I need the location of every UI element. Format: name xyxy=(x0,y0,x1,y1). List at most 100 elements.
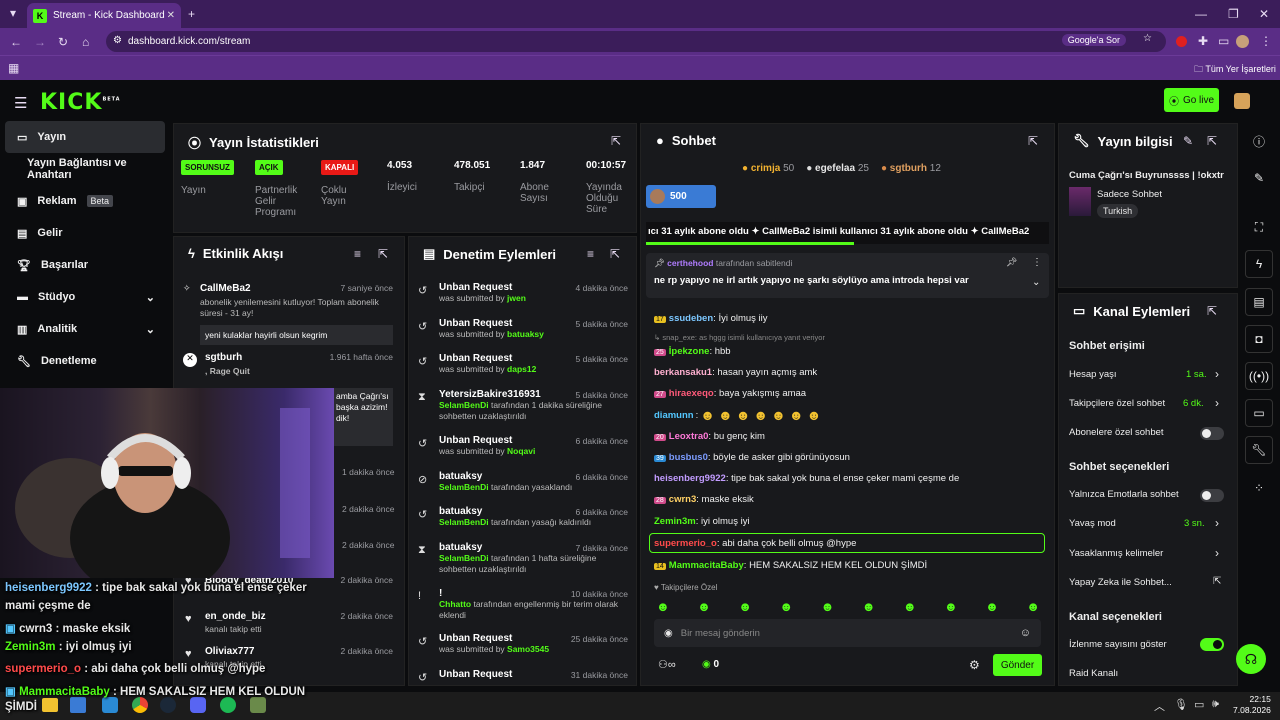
chat-user[interactable]: berkansaku1 xyxy=(654,367,712,378)
sidebar-item-analitik[interactable]: ▥ Analitik ⌄ xyxy=(5,313,165,345)
raid-label[interactable]: Raid Kanalı xyxy=(1069,668,1118,679)
go-live-button[interactable]: ⦿ Go live xyxy=(1164,88,1219,112)
chat-user[interactable]: heisenberg9922 xyxy=(654,473,726,484)
moderation-user[interactable]: SelamBenDi xyxy=(439,517,489,527)
chevron-down-icon[interactable]: ⌄ xyxy=(1032,277,1040,288)
sidebar-item-yayin[interactable]: ▭ Yayın xyxy=(5,121,165,153)
close-window-icon[interactable]: ✕ xyxy=(1259,7,1269,21)
popout-icon[interactable]: ⇱ xyxy=(378,247,388,261)
unpin-icon[interactable]: 📌︎ xyxy=(1006,257,1017,268)
google-ask-button[interactable]: Google'a Sor xyxy=(1061,34,1126,46)
chat-input[interactable]: ◉ Bir mesaj gönderin ☺ xyxy=(654,619,1041,647)
popout-icon[interactable]: ⇱ xyxy=(610,247,620,261)
sidebar-item-reklam[interactable]: ▣ Reklam Beta xyxy=(5,185,165,217)
edit-icon[interactable]: ✎ xyxy=(1183,134,1193,148)
chevron-right-icon[interactable]: › xyxy=(1215,516,1219,530)
moderation-user[interactable]: Chhatto xyxy=(439,599,471,609)
ai-chat-label[interactable]: Yapay Zeka ile Sohbet... xyxy=(1069,577,1172,588)
chat-user[interactable]: ssudeben xyxy=(669,313,713,324)
channel-actions-icon[interactable]: ▭ xyxy=(1245,399,1273,427)
emoji-icon[interactable]: ☺ xyxy=(1020,627,1031,639)
record-icon[interactable]: ◉ xyxy=(664,628,673,639)
chat-user[interactable]: Zemin3m xyxy=(654,516,696,527)
document-icon[interactable]: ▤ xyxy=(1245,288,1273,316)
all-bookmarks[interactable]: 🗀 Tüm Yer İşaretleri xyxy=(1194,62,1276,78)
chat-user[interactable]: busbus0 xyxy=(669,452,708,463)
broadcast-icon[interactable]: ((•)) xyxy=(1245,362,1273,390)
emote-icon[interactable]: ☻ xyxy=(903,599,917,614)
home-icon[interactable]: ⌂ xyxy=(82,35,89,49)
network-icon[interactable]: ▭ xyxy=(1194,698,1204,711)
category-name[interactable]: Sadece Sohbet xyxy=(1097,189,1162,200)
discord-icon[interactable] xyxy=(190,697,206,713)
banned-words-label[interactable]: Yasaklanmış kelimeler xyxy=(1069,548,1163,559)
popout-icon[interactable]: ⇱ xyxy=(1207,134,1217,148)
maximize-icon[interactable]: ❐ xyxy=(1228,7,1239,21)
wrench-icon[interactable]: 🔧︎ xyxy=(1245,436,1273,464)
chat-user[interactable]: İpekzone xyxy=(669,346,710,357)
emote-icon[interactable]: ☻ xyxy=(779,599,793,614)
moderation-user[interactable]: SelamBenDi xyxy=(439,482,489,492)
chat-user[interactable]: supermerio_o xyxy=(654,538,717,549)
emote-icon[interactable]: ☻ xyxy=(1026,599,1040,614)
followers-chat-value[interactable]: 6 dk. xyxy=(1183,398,1204,409)
chat-user[interactable]: hiraexeqo xyxy=(669,388,714,399)
minimize-icon[interactable]: — xyxy=(1195,7,1207,21)
leader-item[interactable]: ● crimja 50 xyxy=(742,163,794,174)
apps-grid-icon[interactable]: ▦ xyxy=(8,61,19,75)
chevron-right-icon[interactable]: › xyxy=(1215,546,1219,560)
kick-logo[interactable]: KICKBETA xyxy=(40,90,121,115)
external-link-icon[interactable]: ⇱ xyxy=(1213,576,1221,587)
chat-icon[interactable]: ◘ xyxy=(1245,325,1273,353)
emote-only-toggle[interactable] xyxy=(1200,489,1224,502)
bookmark-star-icon[interactable]: ☆ xyxy=(1143,33,1152,44)
reload-icon[interactable]: ↻ xyxy=(58,35,68,49)
clock[interactable]: 22:15 7.08.2026 xyxy=(1233,694,1271,716)
emote-icon[interactable]: ☻ xyxy=(821,599,835,614)
bolt-icon[interactable]: ϟ xyxy=(1245,250,1273,278)
chat-goal-badge[interactable]: 500 xyxy=(646,185,716,208)
emote-icon[interactable]: ☻ xyxy=(944,599,958,614)
forward-icon[interactable]: → xyxy=(34,35,46,49)
tray-chevron-icon[interactable]: ︿ xyxy=(1154,698,1165,714)
slow-mode-value[interactable]: 3 sn. xyxy=(1184,518,1205,529)
chat-user[interactable]: cwrn3 xyxy=(669,494,696,505)
pinned-user[interactable]: certhehood xyxy=(667,258,713,268)
tag-chip[interactable]: Turkish xyxy=(1097,204,1139,218)
crop-icon[interactable]: ⛶ xyxy=(1245,213,1273,241)
chat-users-icon[interactable]: ⚇∞ xyxy=(658,658,676,671)
store-icon[interactable] xyxy=(70,697,86,713)
user-avatar[interactable] xyxy=(1234,93,1250,109)
profile-avatar[interactable] xyxy=(1236,35,1249,48)
show-views-toggle[interactable] xyxy=(1200,638,1224,651)
moderation-user[interactable]: jwen xyxy=(507,293,526,303)
edit-icon[interactable]: ✎ xyxy=(1245,164,1273,192)
support-headset-icon[interactable]: ☊ xyxy=(1236,644,1266,674)
outlook-icon[interactable] xyxy=(102,697,118,713)
leader-item[interactable]: ● sgtburh 12 xyxy=(881,163,941,174)
moderation-user[interactable]: Noqavi xyxy=(507,446,535,456)
moderation-user[interactable]: batuaksy xyxy=(507,329,544,339)
tab-close-icon[interactable]: ✕ xyxy=(167,10,175,21)
url-field[interactable]: ⚙ dashboard.kick.com/stream Google'a Sor… xyxy=(106,31,1166,52)
emote-icon[interactable]: ☻ xyxy=(862,599,876,614)
account-age-value[interactable]: 1 sa. xyxy=(1186,369,1207,380)
browser-tab[interactable]: K Stream - Kick Dashboard ✕ xyxy=(27,3,181,28)
browser-menu-icon[interactable]: ⋮ xyxy=(1260,34,1272,48)
emote-icon[interactable]: ☻ xyxy=(738,599,752,614)
back-icon[interactable]: ← xyxy=(10,35,22,49)
chat-user[interactable]: MammacitaBaby xyxy=(669,560,744,571)
site-info-icon[interactable]: ⚙ xyxy=(113,35,122,46)
more-icon[interactable]: ⋮ xyxy=(1032,257,1042,268)
extension-icon[interactable] xyxy=(1176,36,1187,47)
sidebar-item-studyo[interactable]: ▬ Stüdyo ⌄ xyxy=(5,281,165,313)
extensions-puzzle-icon[interactable]: ✚ xyxy=(1198,34,1208,48)
subs-chat-toggle[interactable] xyxy=(1200,427,1224,440)
chevron-right-icon[interactable]: › xyxy=(1215,396,1219,410)
chat-settings-icon[interactable]: ⚙ xyxy=(969,658,980,672)
send-button[interactable]: Gönder xyxy=(993,654,1042,676)
moderation-user[interactable]: daps12 xyxy=(507,364,536,374)
emote-icon[interactable]: ☻ xyxy=(697,599,711,614)
popout-icon[interactable]: ⇱ xyxy=(611,134,621,148)
sidebar-item-stream-key[interactable]: Yayın Bağlantısı ve Anahtarı xyxy=(5,153,165,185)
